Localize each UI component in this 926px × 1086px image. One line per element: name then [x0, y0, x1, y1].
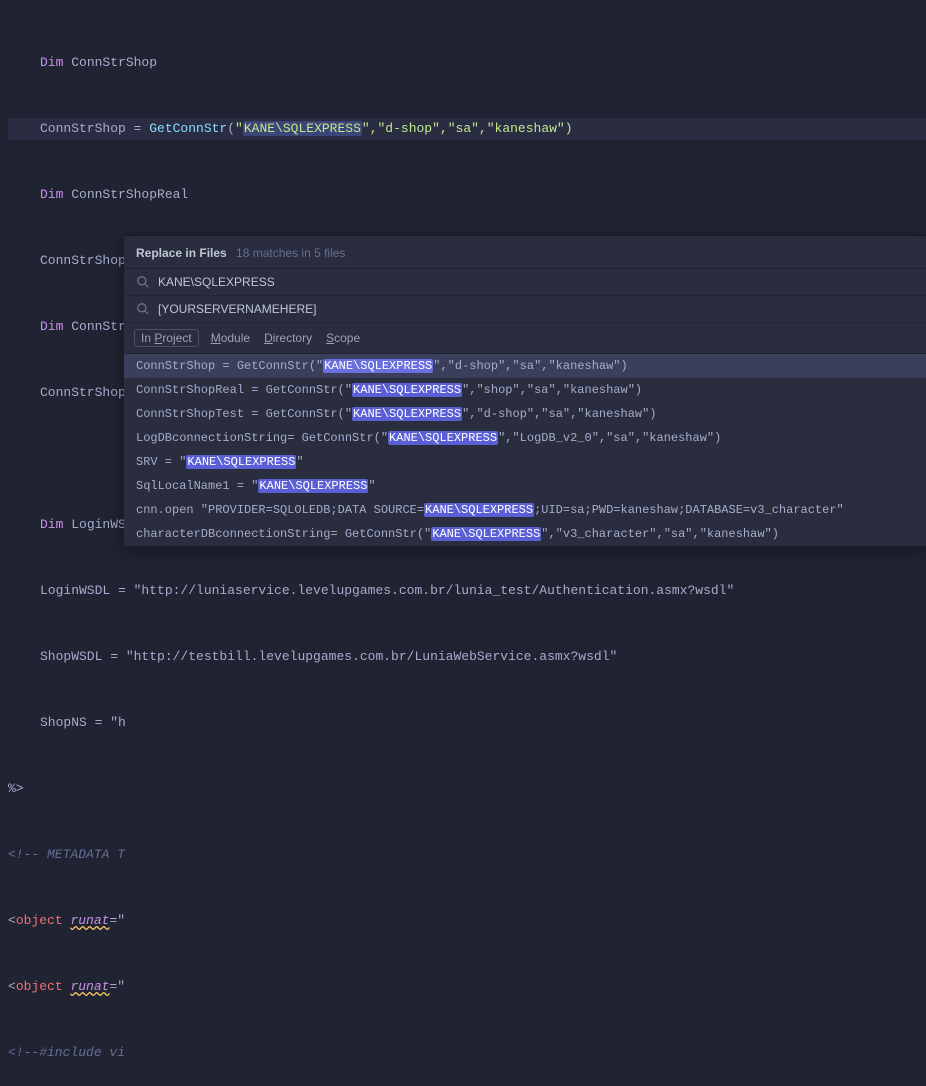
result-row[interactable]: ConnStrShopTest = GetConnStr("KANE\SQLEX…: [124, 402, 926, 426]
result-row[interactable]: cnn.open "PROVIDER=SQLOLEDB;DATA SOURCE=…: [124, 498, 926, 522]
scope-in-project[interactable]: In Project: [134, 329, 199, 347]
result-row[interactable]: characterDBconnectionString= GetConnStr(…: [124, 522, 926, 546]
result-match: KANE\SQLEXPRESS: [424, 503, 534, 517]
result-match: KANE\SQLEXPRESS: [388, 431, 498, 445]
result-match: KANE\SQLEXPRESS: [431, 527, 541, 541]
panel-header: Replace in Files 18 matches in 5 files: [124, 236, 926, 269]
result-match: KANE\SQLEXPRESS: [258, 479, 368, 493]
code-line: Dim ConnStrShopReal: [8, 184, 926, 206]
result-post: ","LogDB_v2_0","sa","kaneshaw"): [498, 431, 721, 445]
result-row[interactable]: ConnStrShop = GetConnStr("KANE\SQLEXPRES…: [124, 354, 926, 378]
result-post: ","d-shop","sa","kaneshaw"): [462, 407, 656, 421]
result-post: ","d-shop","sa","kaneshaw"): [433, 359, 627, 373]
result-post: ","v3_character","sa","kaneshaw"): [541, 527, 779, 541]
search-input[interactable]: [158, 275, 914, 289]
scope-scope[interactable]: Scope: [326, 331, 360, 345]
result-match: KANE\SQLEXPRESS: [186, 455, 296, 469]
scope-module[interactable]: Module: [211, 331, 250, 345]
panel-match-count: 18 matches in 5 files: [236, 246, 345, 260]
code-line: Dim ConnStrShop: [8, 52, 926, 74]
result-post: ;UID=sa;PWD=kaneshaw;DATABASE=v3_charact…: [534, 503, 844, 517]
result-pre: SqlLocalName1 = ": [136, 479, 258, 493]
result-pre: characterDBconnectionString= GetConnStr(…: [136, 527, 431, 541]
result-pre: ConnStrShop = GetConnStr(": [136, 359, 323, 373]
panel-title: Replace in Files: [136, 246, 227, 260]
replace-in-files-panel: Replace in Files 18 matches in 5 files I…: [124, 236, 926, 546]
results-list: ConnStrShop = GetConnStr("KANE\SQLEXPRES…: [124, 354, 926, 546]
result-match: KANE\SQLEXPRESS: [323, 359, 433, 373]
result-row[interactable]: LogDBconnectionString= GetConnStr("KANE\…: [124, 426, 926, 450]
result-post: ": [368, 479, 375, 493]
result-post: ": [296, 455, 303, 469]
result-row[interactable]: SqlLocalName1 = "KANE\SQLEXPRESS": [124, 474, 926, 498]
code-line: <!--#include vi: [8, 1042, 926, 1064]
selection: KANE\SQLEXPRESS: [243, 121, 362, 136]
result-match: KANE\SQLEXPRESS: [352, 407, 462, 421]
scope-directory[interactable]: Directory: [264, 331, 312, 345]
search-field-row[interactable]: [124, 269, 926, 296]
code-line: %>: [8, 778, 926, 800]
code-line: <object runat=": [8, 910, 926, 932]
code-line: ShopNS = "h: [8, 712, 926, 734]
result-row[interactable]: SRV = "KANE\SQLEXPRESS": [124, 450, 926, 474]
result-pre: SRV = ": [136, 455, 186, 469]
result-match: KANE\SQLEXPRESS: [352, 383, 462, 397]
replace-field-row[interactable]: [124, 296, 926, 323]
result-pre: ConnStrShopReal = GetConnStr(": [136, 383, 352, 397]
code-line-current: ConnStrShop = GetConnStr("KANE\SQLEXPRES…: [8, 118, 926, 140]
scope-tabs: In Project Module Directory Scope: [124, 323, 926, 354]
result-pre: cnn.open "PROVIDER=SQLOLEDB;DATA SOURCE=: [136, 503, 424, 517]
search-icon: [136, 275, 150, 289]
code-line: <!-- METADATA T: [8, 844, 926, 866]
replace-input[interactable]: [158, 302, 914, 316]
code-line: ShopWSDL = "http://testbill.levelupgames…: [8, 646, 926, 668]
result-post: ","shop","sa","kaneshaw"): [462, 383, 642, 397]
result-pre: ConnStrShopTest = GetConnStr(": [136, 407, 352, 421]
code-line: LoginWSDL = "http://luniaservice.levelup…: [8, 580, 926, 602]
search-icon: [136, 302, 150, 316]
result-row[interactable]: ConnStrShopReal = GetConnStr("KANE\SQLEX…: [124, 378, 926, 402]
result-pre: LogDBconnectionString= GetConnStr(": [136, 431, 388, 445]
code-line: <object runat=": [8, 976, 926, 998]
